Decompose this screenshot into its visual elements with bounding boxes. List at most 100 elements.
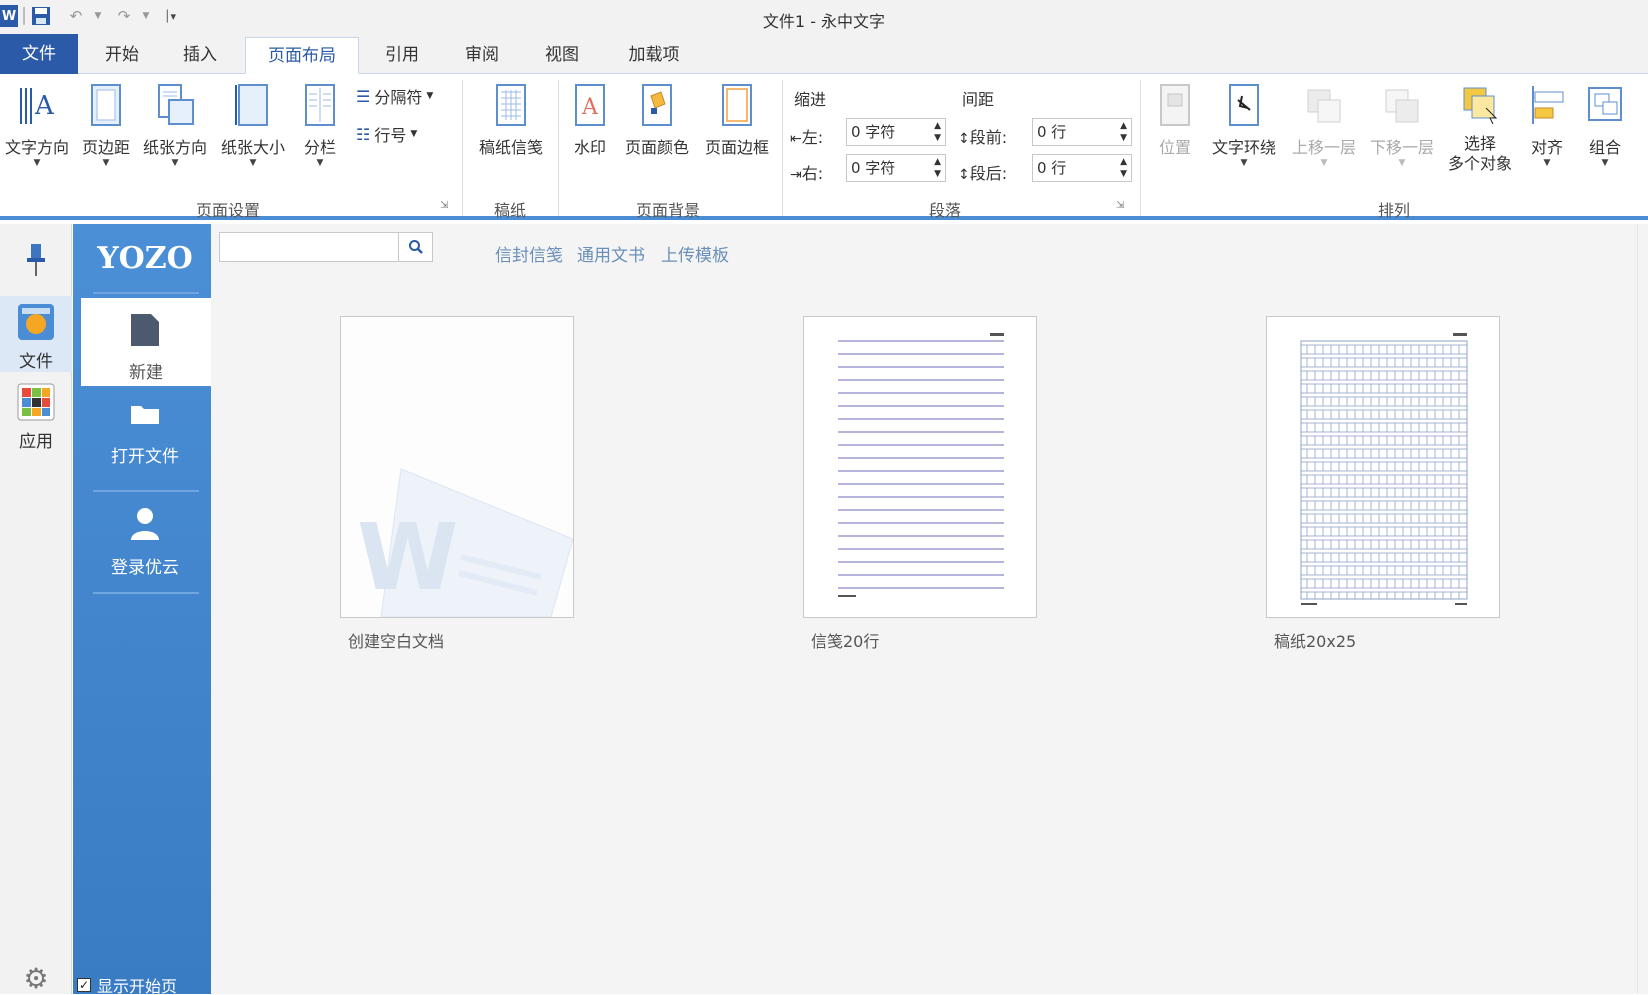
breaks-icon: ☰	[356, 86, 371, 106]
new-document-item[interactable]: 新建	[81, 298, 211, 386]
template-gallery: 信封信笺 通用文书 上传模板 W 创建空白文档 信笺20行 稿纸20x25	[211, 224, 1637, 994]
bring-forward-button[interactable]: 上移一层 ▼	[1286, 82, 1362, 168]
tab-page-layout[interactable]: 页面布局	[245, 37, 359, 74]
wrap-text-button[interactable]: 文字环绕 ▼	[1206, 82, 1282, 168]
breaks-button[interactable]: ☰ 分隔符 ▼	[356, 84, 433, 108]
spacing-after-label: ↕段后:	[958, 160, 1007, 184]
chevron-down-icon: ▼	[1320, 158, 1328, 168]
link-general-docs[interactable]: 通用文书	[577, 241, 645, 266]
spacing-after-icon: ↕	[958, 167, 970, 183]
select-objects-button[interactable]: 选择 多个对象	[1442, 82, 1518, 174]
page-color-button[interactable]: 页面颜色	[620, 82, 694, 158]
indent-left-label: ⇤左:	[790, 124, 823, 148]
leftbar-item-file[interactable]: 文件	[0, 296, 72, 372]
spacing-before-stepper[interactable]: 0 行 ▲ ▼	[1032, 118, 1132, 146]
page-size-button[interactable]: 纸张大小 ▼	[216, 82, 290, 168]
tab-file[interactable]: 文件	[0, 34, 78, 74]
file-icon	[18, 304, 54, 340]
search-button[interactable]	[398, 233, 432, 261]
tab-references[interactable]: 引用	[370, 37, 434, 74]
apps-icon	[17, 383, 55, 421]
new-label: 新建	[129, 363, 163, 383]
orientation-label: 纸张方向	[142, 138, 207, 157]
text-direction-button[interactable]: A 文字方向 ▼	[0, 82, 74, 168]
margins-button[interactable]: 页边距 ▼	[78, 82, 134, 168]
show-start-page-option[interactable]: ✓ 显示开始页	[77, 976, 177, 994]
bring-forward-icon	[1307, 89, 1341, 123]
draft-paper-button[interactable]: 稿纸信笺	[468, 82, 554, 158]
tab-insert[interactable]: 插入	[168, 37, 232, 74]
indent-left-text: 左:	[801, 128, 824, 147]
spacing-before-label: ↕段前:	[958, 124, 1007, 148]
tab-home[interactable]: 开始	[90, 37, 154, 74]
stepper-arrows-icon[interactable]: ▲ ▼	[934, 156, 941, 180]
page-border-button[interactable]: 页面边框	[700, 82, 774, 158]
link-upload-template[interactable]: 上传模板	[661, 241, 729, 266]
template-label-letter: 信笺20行	[811, 632, 880, 651]
open-file-item[interactable]: 打开文件	[91, 400, 199, 467]
send-backward-label: 下移一层	[1369, 138, 1434, 157]
leftbar-item-apps[interactable]: 应用	[0, 378, 72, 454]
gear-icon[interactable]: ⚙	[0, 962, 72, 995]
dialog-launcher-icon[interactable]: ⇲	[440, 200, 448, 211]
chevron-down-icon: ▼	[249, 158, 257, 168]
vertical-scrollbar[interactable]	[1637, 224, 1648, 994]
draft-paper-icon	[496, 84, 526, 126]
send-backward-button[interactable]: 下移一层 ▼	[1364, 82, 1440, 168]
page-setup-group-label: 页面设置	[195, 201, 260, 220]
show-start-page-label: 显示开始页	[97, 977, 178, 994]
chevron-down-icon: ▼	[316, 158, 324, 168]
align-label: 对齐	[1530, 138, 1563, 157]
template-card-letter[interactable]	[803, 316, 1037, 618]
new-document-icon	[131, 314, 159, 346]
template-card-draft[interactable]	[1266, 316, 1500, 618]
chevron-down-icon: ▼	[1240, 158, 1248, 168]
orientation-icon	[158, 84, 194, 125]
columns-label: 分栏	[303, 138, 336, 157]
search-input[interactable]	[220, 233, 400, 261]
line-numbers-label: 行号	[374, 126, 407, 145]
spacing-after-value: 0 行	[1037, 159, 1067, 177]
tab-review[interactable]: 审阅	[450, 37, 514, 74]
line-numbers-button[interactable]: ☷ 行号 ▼	[356, 122, 417, 146]
align-button[interactable]: 对齐 ▼	[1520, 82, 1574, 168]
send-backward-icon	[1385, 89, 1419, 123]
group-separator	[782, 80, 783, 216]
title-bar: W │ ↶ ▼ ↷ ▼ │▾ 文件1 - 永中文字	[0, 0, 1648, 34]
stepper-arrows-icon[interactable]: ▲ ▼	[1120, 120, 1127, 144]
indent-right-stepper[interactable]: 0 字符 ▲ ▼	[846, 154, 946, 182]
leftbar-file-label: 文件	[19, 352, 53, 372]
stepper-arrows-icon[interactable]: ▲ ▼	[1120, 156, 1127, 180]
draft-grid-thumbnail	[1267, 317, 1499, 617]
search-icon	[408, 240, 423, 254]
stepper-arrows-icon[interactable]: ▲ ▼	[934, 120, 941, 144]
tab-addins[interactable]: 加载项	[612, 37, 696, 74]
indent-left-stepper[interactable]: 0 字符 ▲ ▼	[846, 118, 946, 146]
text-direction-icon: A	[20, 88, 55, 124]
login-cloud-item[interactable]: 登录优云	[91, 506, 199, 578]
align-icon	[1532, 86, 1564, 124]
link-envelope-letter[interactable]: 信封信笺	[495, 241, 563, 266]
checkbox-checked-icon[interactable]: ✓	[77, 978, 91, 992]
group-separator	[558, 80, 559, 216]
svg-text:A: A	[34, 91, 55, 121]
tab-view[interactable]: 视图	[530, 37, 594, 74]
indent-right-value: 0 字符	[851, 159, 896, 177]
chevron-down-icon: ▼	[33, 158, 41, 168]
columns-button[interactable]: 分栏 ▼	[296, 82, 344, 168]
orientation-button[interactable]: 纸张方向 ▼	[138, 82, 212, 168]
breaks-label: 分隔符	[374, 88, 423, 107]
pin-icon[interactable]	[0, 240, 72, 285]
dialog-launcher-icon[interactable]: ⇲	[1116, 200, 1124, 211]
page-border-icon	[722, 84, 752, 126]
template-card-blank[interactable]: W	[340, 316, 574, 618]
group-button[interactable]: 组合 ▼	[1578, 82, 1632, 168]
chevron-down-icon: ▼	[410, 129, 418, 139]
watermark-button[interactable]: A 水印	[566, 82, 614, 158]
spacing-after-stepper[interactable]: 0 行 ▲ ▼	[1032, 154, 1132, 182]
select-objects-label-1: 选择	[1463, 134, 1496, 153]
position-button[interactable]: 位置	[1148, 82, 1202, 158]
indent-title: 缩进	[794, 90, 827, 109]
window-title: 文件1 - 永中文字	[762, 12, 886, 31]
chevron-down-icon: ▼	[171, 158, 179, 168]
